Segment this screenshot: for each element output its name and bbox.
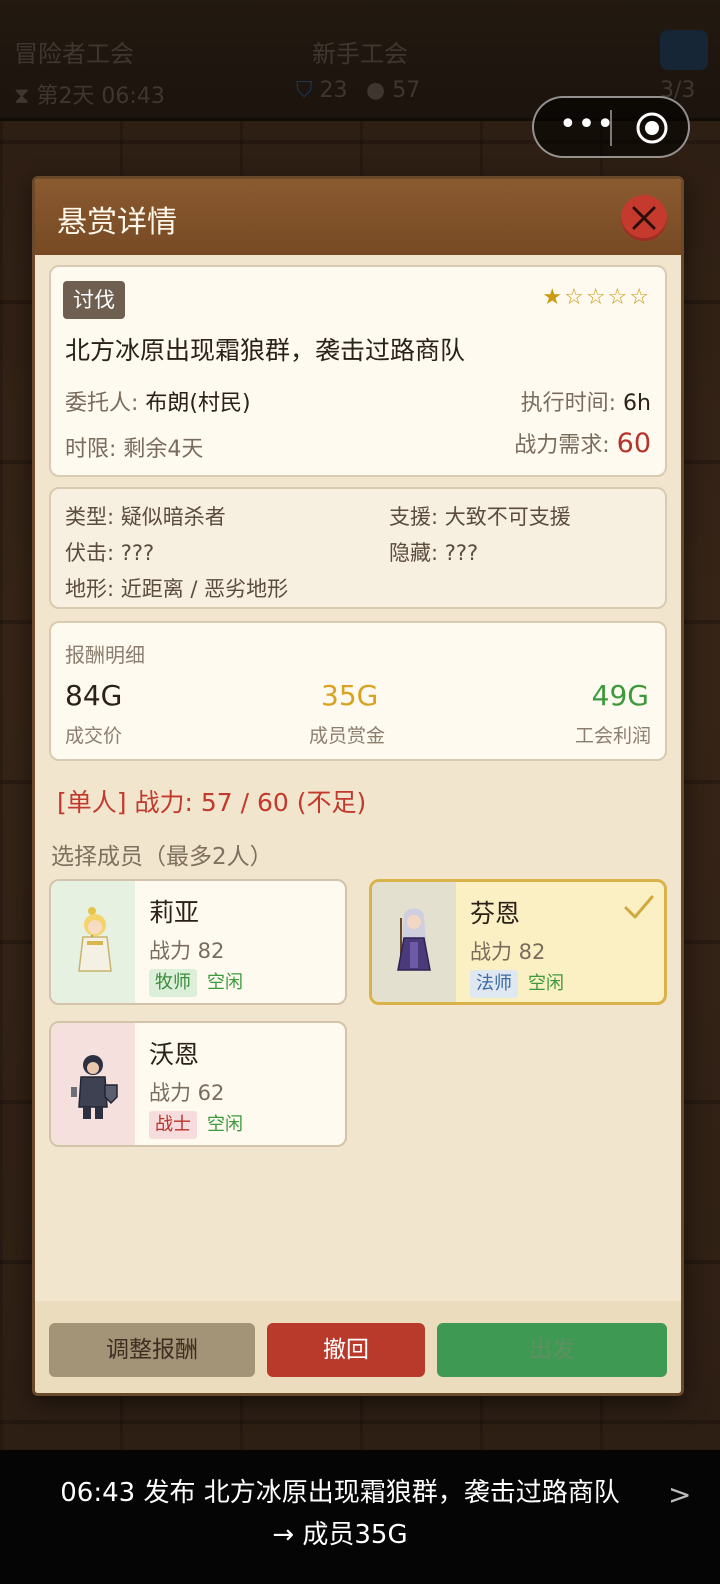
miniprogram-capsule: ••• xyxy=(532,96,690,158)
member-status: 空闲 xyxy=(207,972,243,993)
withdraw-button[interactable]: 撤回 xyxy=(267,1323,425,1377)
dialog-title: 悬赏详情 xyxy=(57,205,177,240)
member-class-badge: 法师 xyxy=(470,970,518,998)
support-info: 支援: 大致不可支援 xyxy=(389,505,571,529)
bounty-detail-dialog: 悬赏详情 讨伐 ★☆☆☆☆ 北方冰原出现霜狼群，袭击过路商队 委托人: 布朗(村… xyxy=(32,176,684,1396)
log-line-2: → 成员35G xyxy=(272,1520,408,1550)
member-status: 空闲 xyxy=(207,1114,243,1135)
deal-price: 84G xyxy=(65,679,123,712)
guild-profit-label: 工会利润 xyxy=(574,725,651,747)
member-power: 战力 82 xyxy=(470,940,546,964)
member-status: 空闲 xyxy=(528,973,564,994)
deal-price-label: 成交价 xyxy=(65,725,123,747)
star-filled-icon: ★ xyxy=(542,285,565,310)
quest-type-badge: 讨伐 xyxy=(63,281,125,319)
checkmark-icon xyxy=(624,895,654,919)
adjust-reward-button[interactable]: 调整报酬 xyxy=(49,1323,255,1377)
reward-heading: 报酬明细 xyxy=(65,643,145,667)
reward-breakdown-card: 报酬明细 84G 成交价 35G 成员赏金 49G 工会利润 xyxy=(49,621,667,761)
depart-button[interactable]: 出发 xyxy=(437,1323,667,1377)
difficulty-stars: ★☆☆☆☆ xyxy=(542,285,651,310)
member-select-hint: 选择成员（最多2人） xyxy=(51,844,273,870)
quest-info-card: 类型: 疑似暗杀者 支援: 大致不可支援 伏击: ??? 隐藏: ??? 地形:… xyxy=(49,487,667,609)
member-card-finn[interactable]: 芬恩 战力 82 法师 空闲 xyxy=(369,879,667,1005)
ambush-info: 伏击: ??? xyxy=(65,541,155,565)
quest-title: 北方冰原出现霜狼群，袭击过路商队 xyxy=(65,336,466,365)
avatar xyxy=(372,882,456,1002)
client-row: 委托人: 布朗(村民) xyxy=(65,391,251,416)
member-class-badge: 牧师 xyxy=(149,969,197,997)
member-power: 战力 62 xyxy=(149,1081,225,1105)
chevron-right-icon[interactable]: > xyxy=(668,1478,691,1511)
close-icon xyxy=(632,206,656,230)
star-empty-icon: ☆☆☆☆ xyxy=(564,285,651,310)
deadline-row: 时限: 剩余4天 xyxy=(65,437,204,462)
enemy-type: 类型: 疑似暗杀者 xyxy=(65,505,226,529)
avatar xyxy=(51,1023,135,1145)
member-power: 战力 82 xyxy=(149,939,225,963)
event-log-bar[interactable]: 06:43 发布 北方冰原出现霜狼群，袭击过路商队 → 成员35G > xyxy=(0,1450,720,1584)
power-requirement: 战力需求: 60 xyxy=(514,428,651,459)
capsule-divider xyxy=(610,110,612,146)
dialog-header: 悬赏详情 xyxy=(35,179,681,255)
close-miniprogram-icon[interactable] xyxy=(634,110,670,146)
quest-summary-card: 讨伐 ★☆☆☆☆ 北方冰原出现霜狼群，袭击过路商队 委托人: 布朗(村民) 执行… xyxy=(49,265,667,477)
close-button[interactable] xyxy=(621,195,667,241)
duration-row: 执行时间: 6h xyxy=(520,391,651,416)
member-name: 沃恩 xyxy=(149,1040,200,1069)
member-card-lia[interactable]: 莉亚 战力 82 牧师 空闲 xyxy=(49,879,347,1005)
guild-profit: 49G xyxy=(591,679,649,712)
member-bounty-label: 成员赏金 xyxy=(309,725,386,747)
terrain-info: 地形: 近距离 / 恶劣地形 xyxy=(65,577,289,601)
stealth-info: 隐藏: ??? xyxy=(389,541,479,565)
member-card-vaughn[interactable]: 沃恩 战力 62 战士 空闲 xyxy=(49,1021,347,1147)
team-power-status: [单人] 战力: 57 / 60 (不足) xyxy=(57,788,367,817)
member-name: 芬恩 xyxy=(470,899,521,928)
member-bounty: 35G xyxy=(321,679,379,712)
member-name: 莉亚 xyxy=(149,898,200,927)
member-class-badge: 战士 xyxy=(149,1111,197,1139)
log-line-1: 06:43 发布 北方冰原出现霜狼群，袭击过路商队 xyxy=(60,1478,620,1508)
avatar xyxy=(51,881,135,1003)
